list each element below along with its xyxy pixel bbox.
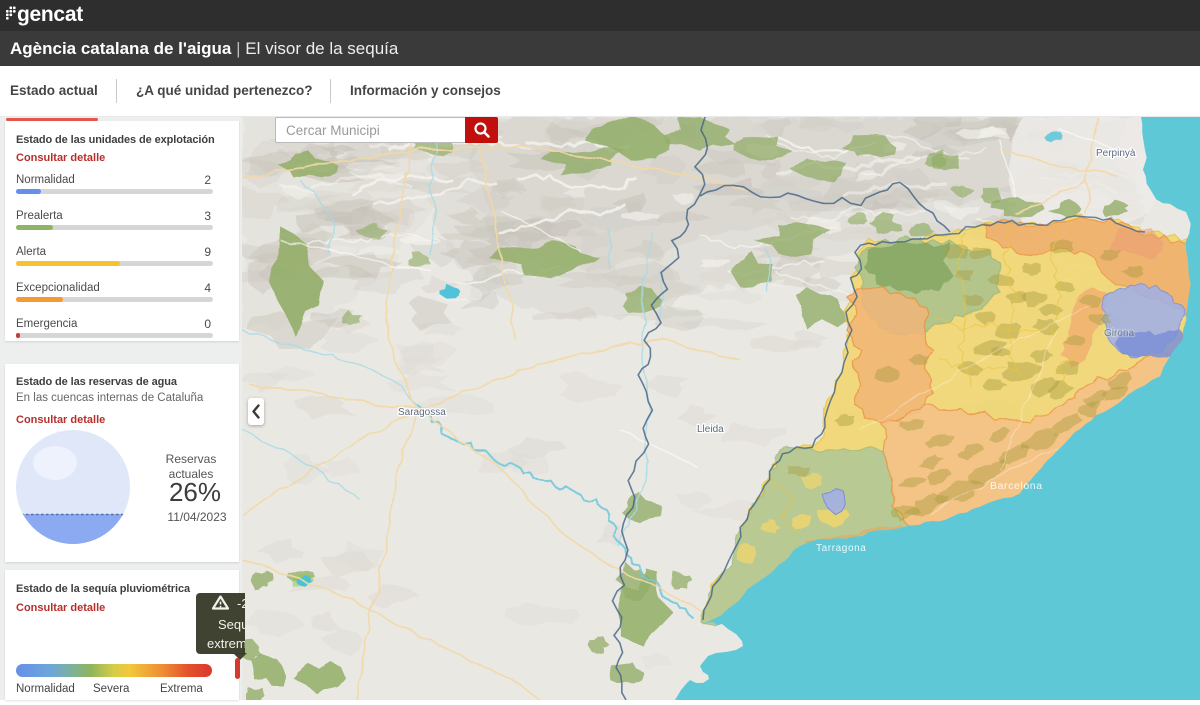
svg-text:Lleida: Lleida bbox=[697, 424, 724, 435]
svg-text:Saragossa: Saragossa bbox=[398, 407, 446, 418]
svg-text:Perpinyà: Perpinyà bbox=[1096, 148, 1136, 159]
svg-text:Barcelona: Barcelona bbox=[990, 480, 1043, 492]
svg-text:Tarragona: Tarragona bbox=[816, 543, 866, 554]
svg-text:Girona: Girona bbox=[1104, 328, 1134, 339]
